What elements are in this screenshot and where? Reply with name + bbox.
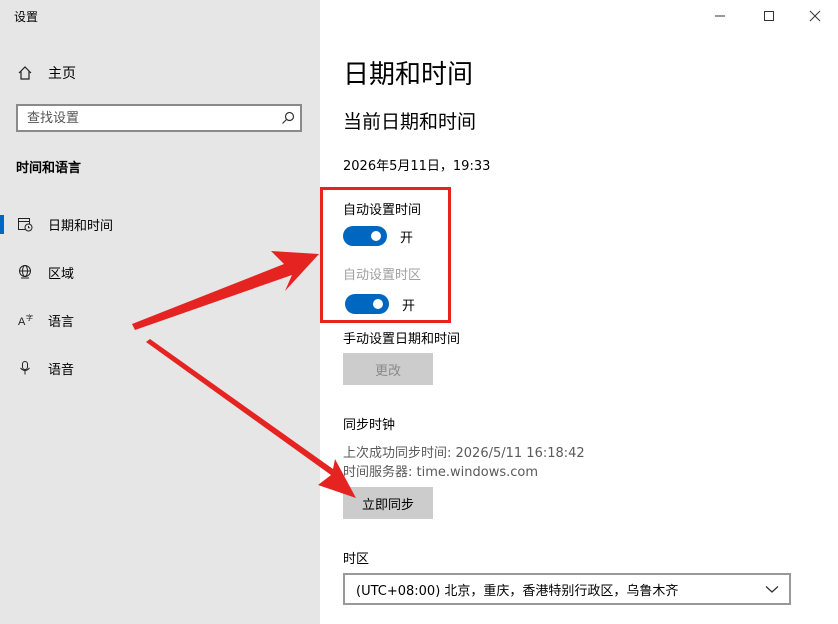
auto-timezone-label: 自动设置时区 bbox=[343, 268, 422, 283]
timezone-value: (UTC+08:00) 北京，重庆，香港特别行政区，乌鲁木齐 bbox=[356, 583, 679, 599]
selection-indicator bbox=[0, 215, 4, 234]
minimize-icon[interactable] bbox=[700, 2, 740, 30]
timezone-label: 时区 bbox=[343, 552, 370, 567]
microphone-icon bbox=[16, 359, 34, 377]
page-title: 日期和时间 bbox=[343, 60, 474, 90]
svg-text:字: 字 bbox=[26, 313, 33, 322]
calendar-clock-icon bbox=[16, 215, 34, 233]
sidebar-item-date-time[interactable]: 日期和时间 bbox=[0, 205, 320, 243]
close-icon[interactable] bbox=[795, 2, 835, 30]
manual-datetime-label: 手动设置日期和时间 bbox=[343, 332, 461, 347]
sidebar-item-speech[interactable]: 语音 bbox=[0, 349, 320, 387]
auto-time-row: 开 bbox=[343, 226, 413, 246]
toggle-knob bbox=[371, 231, 381, 241]
auto-time-label: 自动设置时间 bbox=[343, 203, 422, 218]
timezone-select[interactable]: (UTC+08:00) 北京，重庆，香港特别行政区，乌鲁木齐 bbox=[343, 573, 791, 605]
search-icon[interactable] bbox=[276, 111, 300, 125]
auto-time-state: 开 bbox=[400, 230, 414, 246]
sidebar-item-language[interactable]: A字 语言 bbox=[0, 301, 320, 339]
auto-timezone-toggle[interactable] bbox=[345, 294, 389, 314]
section-title: 当前日期和时间 bbox=[343, 111, 477, 133]
svg-text:A: A bbox=[18, 316, 26, 328]
home-nav-item[interactable]: 主页 bbox=[16, 62, 76, 84]
search-box[interactable] bbox=[16, 104, 302, 132]
search-input[interactable] bbox=[18, 109, 276, 127]
sync-now-button[interactable]: 立即同步 bbox=[343, 487, 433, 519]
sidebar-item-label: 区域 bbox=[48, 266, 75, 282]
sidebar-item-region[interactable]: 区域 bbox=[0, 253, 320, 291]
auto-timezone-state: 开 bbox=[402, 298, 416, 314]
globe-icon bbox=[16, 263, 34, 281]
app-title: 设置 bbox=[14, 10, 39, 24]
chevron-down-icon bbox=[765, 583, 779, 599]
sidebar-item-label: 语言 bbox=[48, 314, 75, 330]
current-datetime: 2026年5月11日，19:33 bbox=[343, 159, 491, 174]
sidebar-section-title: 时间和语言 bbox=[16, 161, 82, 176]
last-sync-text: 上次成功同步时间: 2026/5/11 16:18:42 bbox=[343, 446, 585, 461]
auto-time-toggle[interactable] bbox=[343, 226, 387, 246]
change-button[interactable]: 更改 bbox=[343, 353, 433, 385]
maximize-icon[interactable] bbox=[749, 2, 789, 30]
auto-timezone-row: 开 bbox=[345, 294, 415, 314]
sync-clock-label: 同步时钟 bbox=[343, 418, 396, 433]
home-label: 主页 bbox=[48, 66, 76, 82]
sidebar-item-label: 语音 bbox=[48, 362, 75, 378]
sidebar: 设置 主页 时间和语言 日期和时间 区域 A字 语言 bbox=[0, 0, 320, 624]
language-icon: A字 bbox=[16, 311, 34, 329]
home-icon bbox=[16, 64, 34, 82]
sidebar-item-label: 日期和时间 bbox=[48, 218, 114, 234]
toggle-knob bbox=[373, 299, 383, 309]
time-server-text: 时间服务器: time.windows.com bbox=[343, 465, 539, 480]
